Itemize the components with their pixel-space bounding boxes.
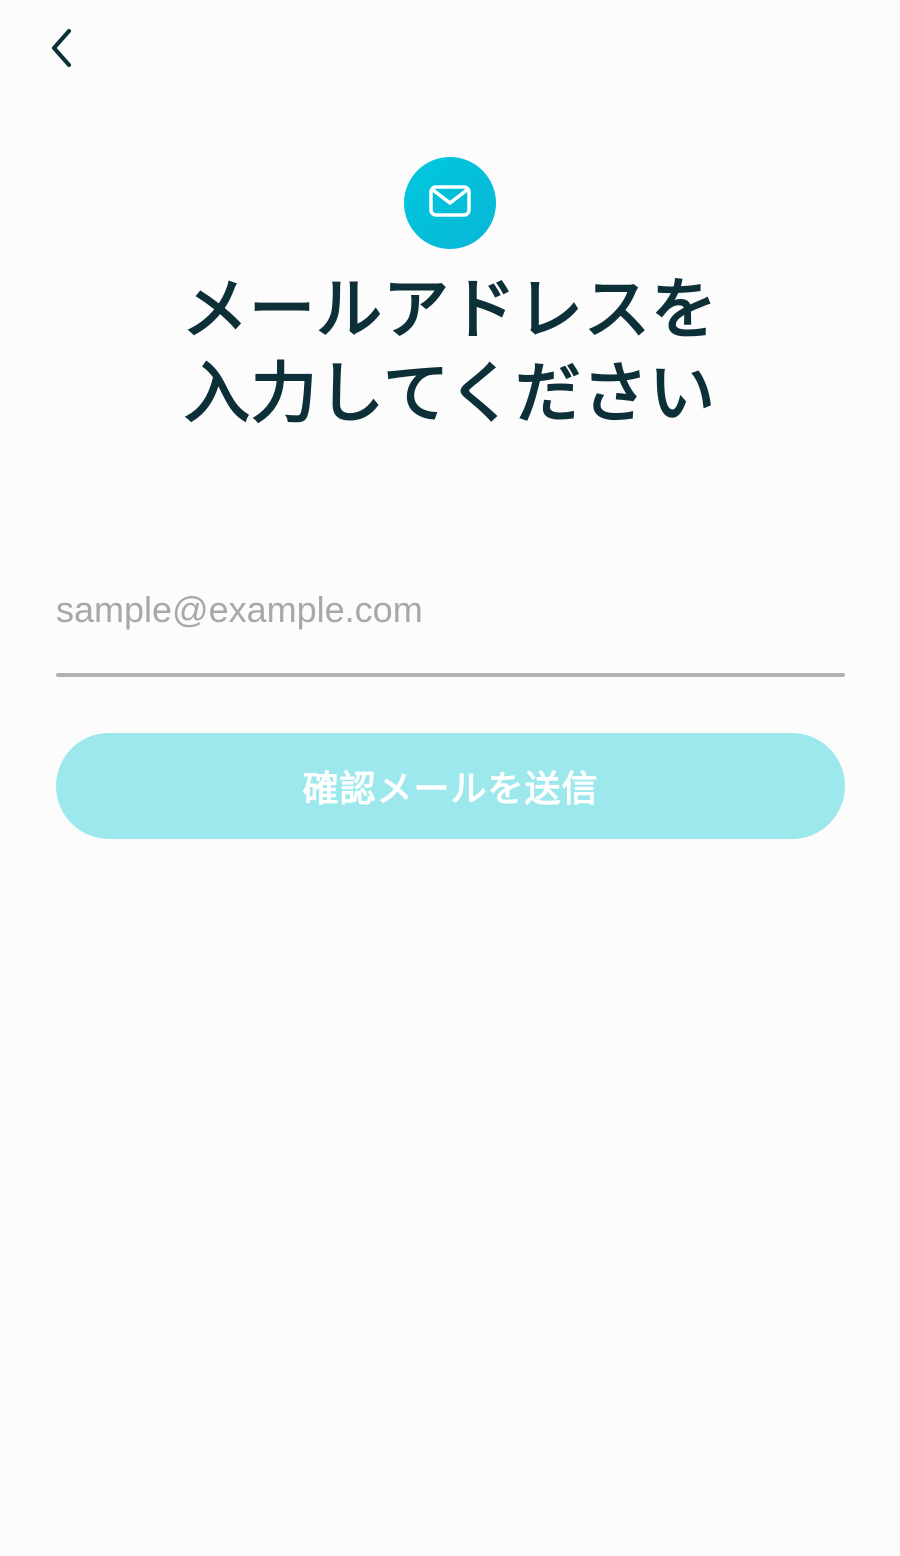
send-button-label: 確認メールを送信 xyxy=(302,769,599,810)
mail-icon xyxy=(428,183,472,223)
page-title-line-1: メールアドレスを xyxy=(182,271,718,348)
send-confirmation-email-button[interactable]: 確認メールを送信 xyxy=(56,733,845,839)
back-button[interactable] xyxy=(32,22,92,78)
chevron-left-icon xyxy=(47,26,77,74)
email-underline xyxy=(56,673,845,677)
mail-badge xyxy=(404,157,496,249)
page-title: メールアドレスを 入力してください xyxy=(0,268,900,436)
page-title-line-2: 入力してください xyxy=(183,355,717,432)
email-field xyxy=(56,575,845,678)
email-input[interactable] xyxy=(56,575,845,645)
